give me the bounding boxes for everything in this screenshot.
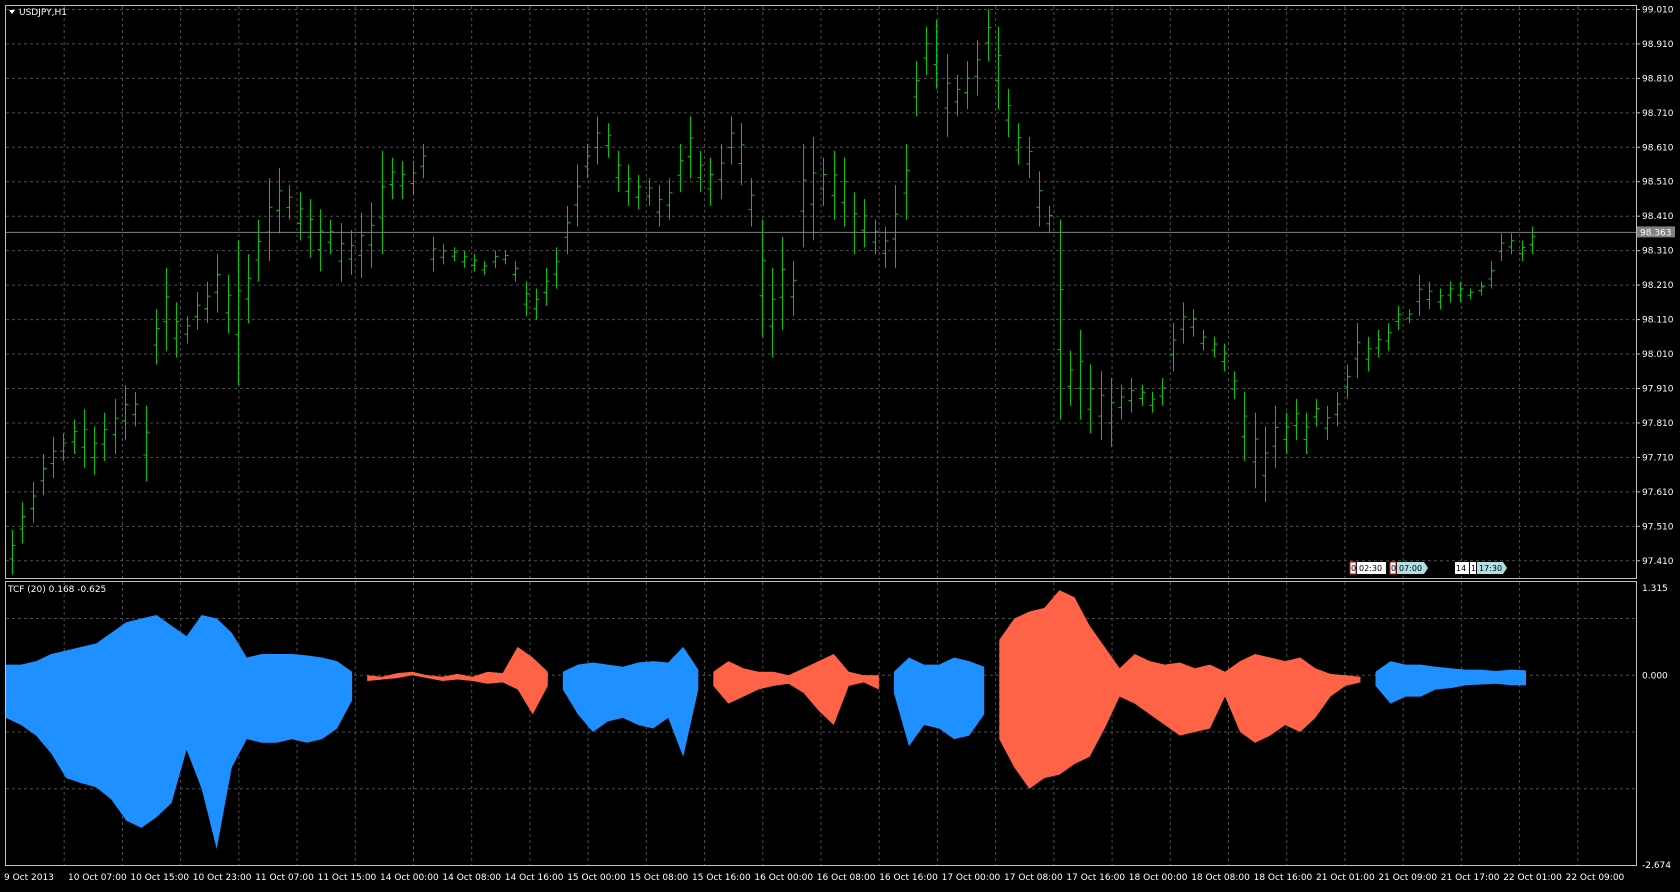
time-tick-label: 21 Oct 09:00: [1378, 873, 1437, 883]
svg-text:0: 0: [1351, 564, 1356, 573]
time-tick-label: 22 Oct 01:00: [1503, 873, 1562, 883]
session-tag: 0 02:30: [1349, 561, 1386, 575]
price-tick-label: 98.110: [1642, 316, 1674, 326]
svg-text:02:30: 02:30: [1359, 564, 1382, 573]
time-tick-label: 14 Oct 16:00: [505, 873, 564, 883]
time-tick-label: 17 Oct 00:00: [942, 873, 1001, 883]
session-tag: 14 1 17:30: [1455, 562, 1507, 574]
indicator-title: TCF (20) 0.168 -0.625: [7, 585, 106, 595]
svg-text:07:00: 07:00: [1399, 564, 1422, 573]
indicator-tick-label: -2.674: [1642, 861, 1671, 871]
price-tick-label: 98.510: [1642, 178, 1674, 188]
time-tick-label: 18 Oct 16:00: [1254, 873, 1313, 883]
price-tick-label: 97.410: [1642, 557, 1674, 567]
price-tick-label: 97.810: [1642, 419, 1674, 429]
svg-text:14: 14: [1456, 564, 1466, 573]
time-tick-label: 15 Oct 16:00: [692, 873, 751, 883]
time-tick-label: 21 Oct 01:00: [1316, 873, 1375, 883]
time-tick-label: 16 Oct 00:00: [754, 873, 813, 883]
symbol-title-text: USDJPY,H1: [19, 8, 67, 18]
time-tick-label: 22 Oct 09:00: [1566, 873, 1625, 883]
time-tick-label: 11 Oct 15:00: [318, 873, 377, 883]
price-tick-label: 97.510: [1642, 522, 1674, 532]
price-tick-label: 98.910: [1642, 40, 1674, 50]
price-tick-label: 98.210: [1642, 281, 1674, 291]
time-tick-label: 11 Oct 07:00: [255, 873, 314, 883]
indicator-tick-label: 1.315: [1642, 584, 1668, 594]
time-tick-label: 10 Oct 15:00: [130, 873, 189, 883]
svg-text:17:30: 17:30: [1479, 564, 1502, 573]
price-tick-label: 97.610: [1642, 488, 1674, 498]
price-tick-label: 98.810: [1642, 74, 1674, 84]
svg-text:0: 0: [1391, 564, 1396, 573]
time-tick-label: 15 Oct 00:00: [567, 873, 626, 883]
price-tick-label: 98.310: [1642, 247, 1674, 257]
time-tick-label: 21 Oct 17:00: [1441, 873, 1500, 883]
time-tick-label: 16 Oct 08:00: [817, 873, 876, 883]
price-tick-label: 99.010: [1642, 5, 1674, 15]
price-tick-label: 97.710: [1642, 453, 1674, 463]
time-tick-label: 15 Oct 08:00: [630, 873, 689, 883]
current-price-label: 98.363: [1640, 228, 1672, 238]
chart-window[interactable]: USDJPY,H1 TCF (20) 0.168 -0.625 99.010 98…: [0, 0, 1680, 888]
time-tick-label: 10 Oct 23:00: [193, 873, 252, 883]
time-tick-label: 18 Oct 08:00: [1191, 873, 1250, 883]
time-tick-label: 9 Oct 2013: [4, 873, 54, 883]
time-tick-label: 16 Oct 16:00: [879, 873, 938, 883]
price-tick-label: 98.710: [1642, 109, 1674, 119]
time-tick-label: 17 Oct 08:00: [1004, 873, 1063, 883]
price-tick-label: 98.610: [1642, 143, 1674, 153]
time-tick-label: 14 Oct 00:00: [380, 873, 439, 883]
time-tick-label: 14 Oct 08:00: [442, 873, 501, 883]
indicator-tick-label: 0.000: [1642, 671, 1668, 681]
price-tick-label: 98.410: [1642, 212, 1674, 222]
price-tick-label: 97.910: [1642, 384, 1674, 394]
svg-text:1: 1: [1471, 564, 1476, 573]
session-tag: 0 07:00: [1389, 561, 1428, 575]
current-price-tag: 98.363: [1637, 226, 1675, 238]
time-tick-label: 17 Oct 16:00: [1066, 873, 1125, 883]
time-tick-label: 18 Oct 00:00: [1129, 873, 1188, 883]
price-tick-label: 98.010: [1642, 350, 1674, 360]
time-tick-label: 10 Oct 07:00: [68, 873, 127, 883]
chart-canvas[interactable]: USDJPY,H1 TCF (20) 0.168 -0.625 99.010 98…: [0, 0, 1680, 888]
